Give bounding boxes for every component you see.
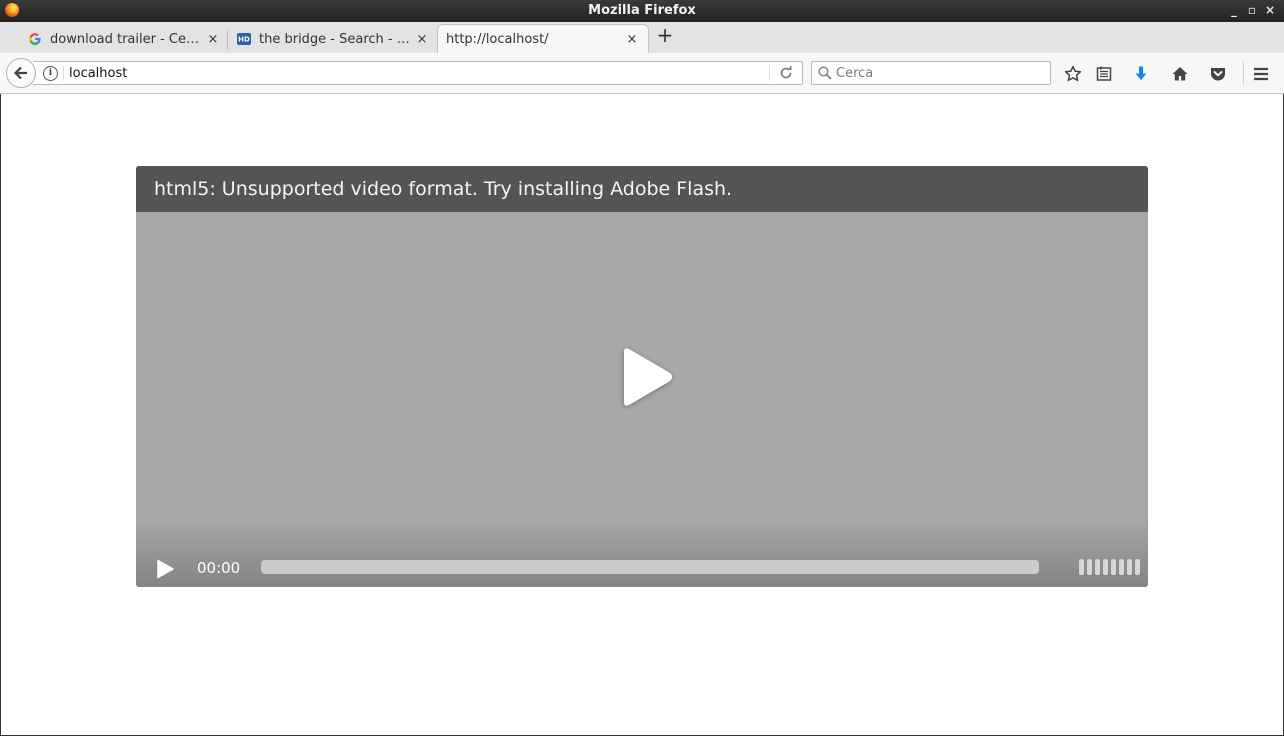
hamburger-menu-icon [1254, 67, 1268, 81]
urlbar-divider [769, 66, 770, 81]
bookmarks-list-icon [1096, 66, 1112, 81]
volume-bar[interactable] [1111, 559, 1116, 575]
home-button[interactable] [1170, 64, 1190, 84]
svg-text:HD: HD [238, 36, 250, 44]
error-message-bar: html5: Unsupported video format. Try ins… [136, 166, 1148, 212]
home-icon [1172, 67, 1188, 81]
window-controls: _ ▫ × [1226, 1, 1278, 19]
minimize-button[interactable]: _ [1226, 1, 1242, 19]
tab-localhost[interactable]: http://localhost/ × [437, 24, 649, 54]
progress-bar[interactable] [261, 560, 1039, 574]
volume-bar[interactable] [1087, 559, 1092, 575]
bookmark-star-button[interactable] [1063, 64, 1083, 84]
download-arrow-icon [1135, 66, 1147, 80]
hd-site-icon: HD [237, 32, 251, 46]
search-bar[interactable] [811, 61, 1051, 85]
volume-bar[interactable] [1135, 559, 1140, 575]
controls-background [136, 517, 1148, 587]
maximize-button[interactable]: ▫ [1244, 1, 1260, 19]
url-input[interactable] [69, 65, 759, 82]
tab-close-icon[interactable]: × [414, 32, 430, 47]
pocket-button[interactable] [1208, 64, 1228, 84]
volume-bar[interactable] [1127, 559, 1132, 575]
window-title: Mozilla Firefox [588, 3, 696, 18]
tab-the-bridge[interactable]: HD the bridge - Search - … × [231, 25, 436, 53]
downloads-button[interactable] [1131, 64, 1151, 84]
urlbar-divider [63, 66, 64, 81]
back-button[interactable] [6, 58, 36, 88]
toolbar-separator [1243, 61, 1244, 85]
tab-label: http://localhost/ [446, 32, 549, 47]
open-menu-button[interactable] [1251, 64, 1271, 84]
tab-close-icon[interactable]: × [205, 32, 221, 47]
volume-bar[interactable] [1119, 559, 1124, 575]
bookmarks-menu-button[interactable] [1094, 64, 1114, 84]
url-bar[interactable]: i [33, 61, 803, 85]
window-titlebar: Mozilla Firefox _ ▫ × [0, 0, 1284, 22]
volume-bar[interactable] [1079, 559, 1084, 575]
volume-bar[interactable] [1103, 559, 1108, 575]
video-player[interactable]: html5: Unsupported video format. Try ins… [136, 166, 1148, 587]
tab-strip: download trailer - Ce… × HD the bridge -… [0, 22, 1284, 54]
search-icon [818, 66, 832, 80]
reload-icon[interactable] [778, 65, 794, 81]
error-message: html5: Unsupported video format. Try ins… [154, 178, 733, 200]
star-icon [1064, 65, 1082, 82]
google-icon [28, 32, 42, 46]
close-window-button[interactable]: × [1262, 1, 1278, 19]
nav-toolbar: i [0, 53, 1284, 94]
play-button-icon[interactable] [155, 559, 175, 579]
tab-close-icon[interactable]: × [624, 32, 640, 47]
search-input[interactable] [836, 65, 1041, 82]
volume-control[interactable] [1079, 559, 1140, 575]
tab-label: download trailer - Ce… [50, 31, 199, 47]
pocket-icon [1211, 68, 1225, 81]
tab-download-trailer[interactable]: download trailer - Ce… × [22, 25, 228, 53]
site-info-icon[interactable]: i [43, 66, 58, 81]
back-arrow-icon [13, 66, 27, 80]
big-play-icon[interactable] [616, 344, 678, 410]
volume-bar[interactable] [1095, 559, 1100, 575]
time-display: 00:00 [197, 559, 241, 577]
new-tab-button[interactable]: + [654, 24, 676, 46]
tab-label: the bridge - Search - … [259, 31, 410, 47]
